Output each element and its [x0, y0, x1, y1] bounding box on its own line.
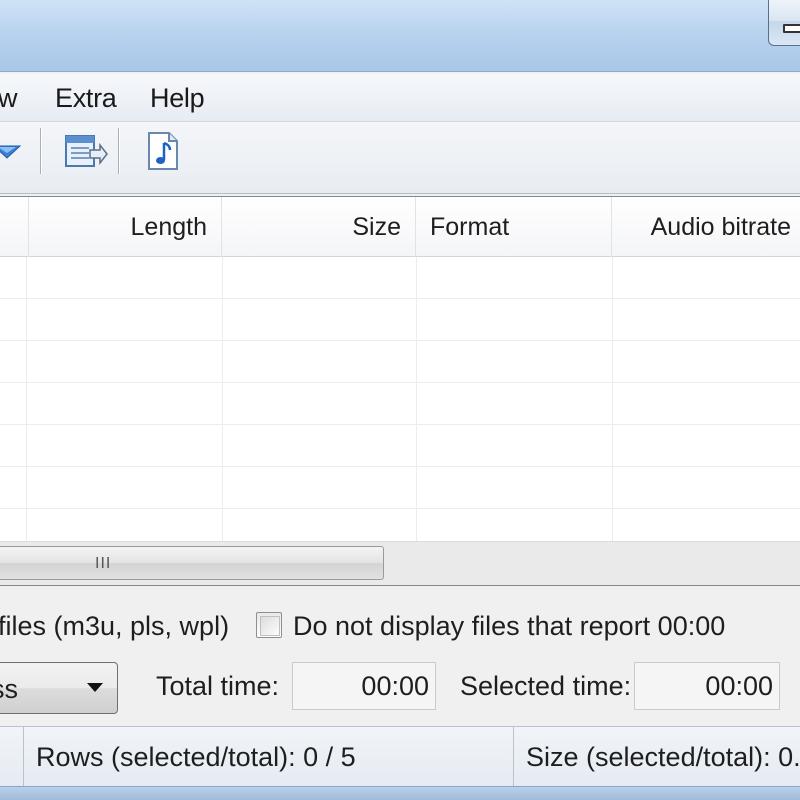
column-header-format[interactable]: Format	[416, 197, 612, 257]
export-list-icon[interactable]	[62, 128, 108, 174]
list-row[interactable]	[0, 257, 800, 299]
title-bar[interactable]	[0, 0, 800, 72]
column-header-length[interactable]: Length	[26, 197, 222, 257]
column-header-size[interactable]: Size	[222, 197, 416, 257]
column-header-partial[interactable]	[0, 197, 29, 257]
column-divider	[26, 257, 27, 541]
total-time-field: 00:00	[292, 662, 436, 710]
menu-item-extra[interactable]: Extra	[55, 80, 117, 116]
status-bar: Rows (selected/total): 0 / 5 Size (selec…	[0, 726, 800, 787]
selected-time-field: 00:00	[634, 662, 780, 710]
column-divider	[222, 257, 223, 541]
file-list[interactable]: Length Size Format Audio bitrate III	[0, 196, 800, 586]
status-panel-rows: Rows (selected/total): 0 / 5	[24, 727, 514, 787]
window-bottom-border	[0, 786, 800, 800]
list-row[interactable]	[0, 341, 800, 383]
toolbar-separator	[118, 128, 120, 174]
rows-count-text: Rows (selected/total): 0 / 5	[36, 742, 356, 772]
list-row[interactable]	[0, 383, 800, 425]
column-divider	[416, 257, 417, 541]
menu-bar: w Extra Help	[0, 74, 800, 122]
status-panel-size: Size (selected/total): 0.0	[514, 727, 800, 787]
unit-select[interactable]: ss	[0, 662, 118, 714]
status-panel	[0, 727, 24, 787]
column-header-audio-bitrate[interactable]: Audio bitrate	[612, 197, 800, 257]
minimize-icon	[783, 24, 800, 33]
scrollbar-thumb[interactable]: III	[0, 546, 384, 580]
size-total-text: Size (selected/total): 0.0	[526, 742, 800, 772]
minimize-button[interactable]	[768, 0, 800, 46]
toolbar	[0, 122, 800, 194]
scrollbar-grip: III	[95, 555, 112, 572]
total-time-label: Total time:	[156, 671, 280, 701]
playlist-files-label[interactable]: files (m3u, pls, wpl)	[0, 610, 229, 642]
list-row[interactable]	[0, 299, 800, 341]
column-header-row: Length Size Format Audio bitrate	[0, 197, 800, 257]
menu-item-view[interactable]: w	[0, 80, 18, 116]
list-rows	[0, 257, 800, 551]
list-row[interactable]	[0, 425, 800, 467]
chevron-down-icon	[87, 683, 103, 692]
column-divider	[612, 257, 613, 541]
hide-zero-length-label[interactable]: Do not display files that report 00:00	[293, 610, 725, 642]
application-window: w Extra Help Length Size Format Audio bi…	[0, 0, 800, 800]
toolbar-separator	[40, 128, 42, 174]
audio-file-icon[interactable]	[140, 128, 186, 174]
list-row[interactable]	[0, 467, 800, 509]
hide-zero-length-checkbox[interactable]	[256, 612, 282, 638]
selected-time-label: Selected time:	[460, 671, 632, 701]
dropdown-arrow-icon[interactable]	[0, 128, 32, 174]
horizontal-scrollbar[interactable]: III	[0, 541, 800, 585]
unit-select-value: ss	[0, 674, 18, 704]
menu-item-help[interactable]: Help	[150, 80, 205, 116]
